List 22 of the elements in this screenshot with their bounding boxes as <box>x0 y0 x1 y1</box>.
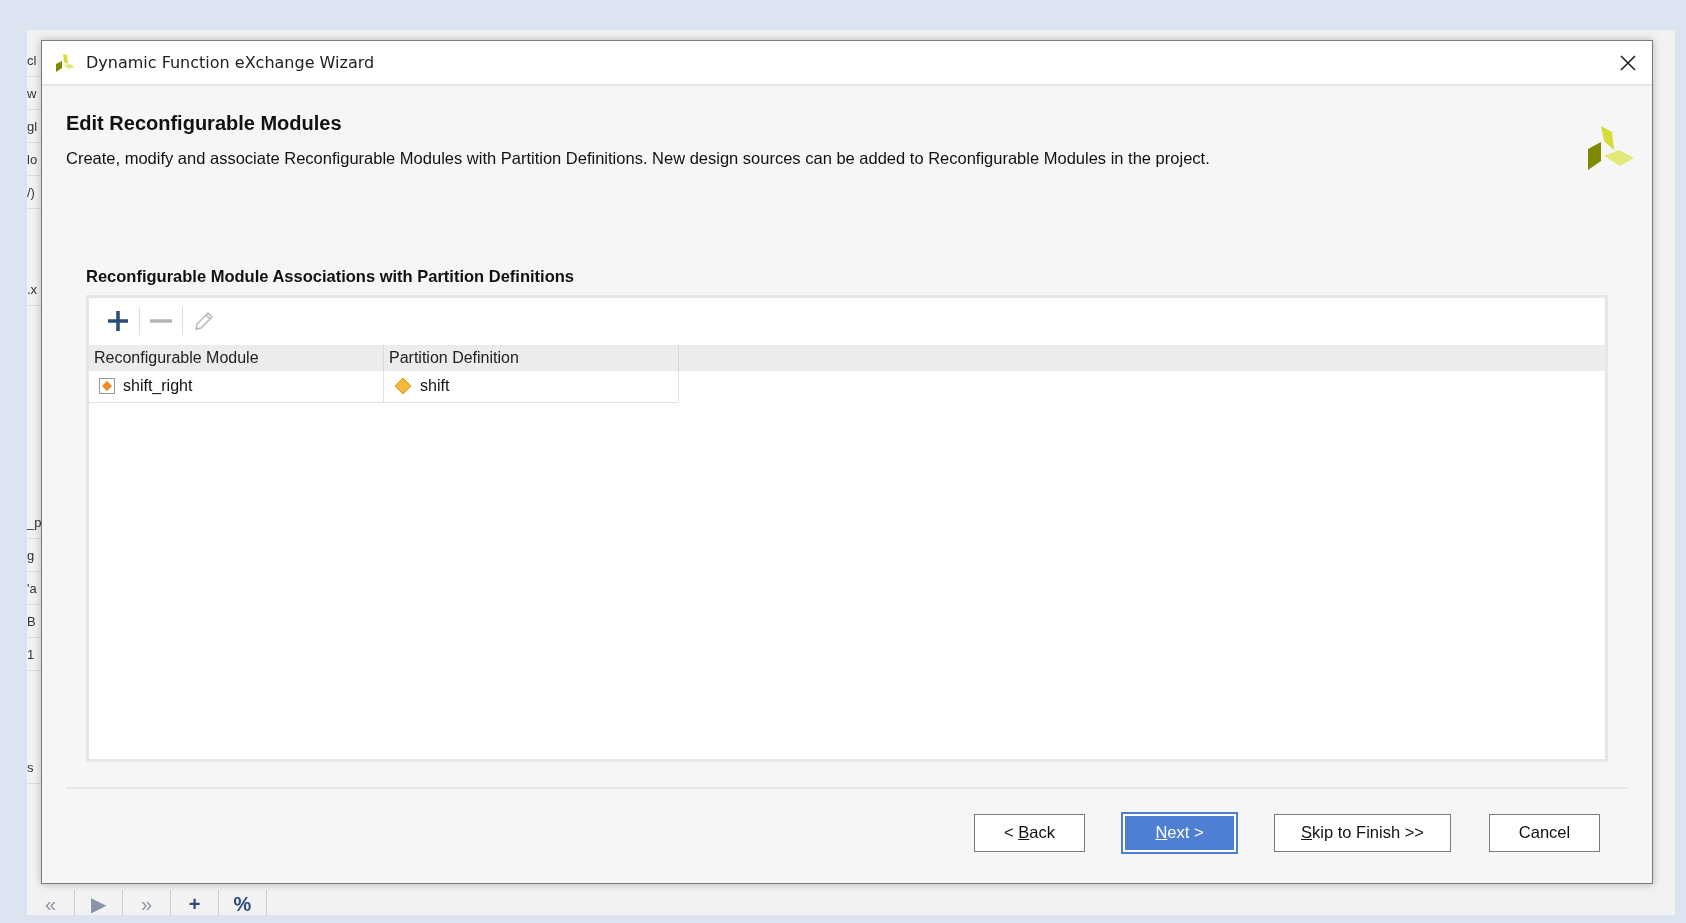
module-icon <box>99 378 115 395</box>
logo-icon <box>1588 126 1634 172</box>
wizard-button[interactable]: Skip to Finish >> <box>1274 813 1451 852</box>
page-heading: Edit Reconfigurable Modules <box>66 111 343 136</box>
minus-icon <box>150 318 172 325</box>
app-logo-icon <box>54 51 76 74</box>
close-icon <box>1620 55 1636 72</box>
column-header[interactable]: Partition Definition <box>384 344 679 371</box>
table-cell-text: shift <box>420 376 450 397</box>
plus-icon <box>107 310 129 333</box>
toolbar-button[interactable]: % <box>219 890 267 915</box>
page-description: Create, modify and associate Reconfigurable Modules with Partition Definitions. New design sources can be added to Reconfigurable Modules in the project. <box>66 148 1210 169</box>
diamond-icon <box>394 377 412 396</box>
toolbar-button[interactable]: + <box>171 890 219 915</box>
wizard-button[interactable]: < Back <box>974 813 1085 852</box>
column-header[interactable]: Reconfigurable Module <box>89 344 384 371</box>
window-title: Dynamic Function eXchange Wizard <box>86 51 375 74</box>
table-cell-text: shift_right <box>123 376 193 397</box>
section-label: Reconfigurable Module Associations with Partition Definitions <box>86 266 575 287</box>
pencil-icon <box>193 310 215 333</box>
wizard-button[interactable]: Cancel <box>1489 813 1600 852</box>
wizard-button[interactable]: Next > <box>1123 813 1236 852</box>
